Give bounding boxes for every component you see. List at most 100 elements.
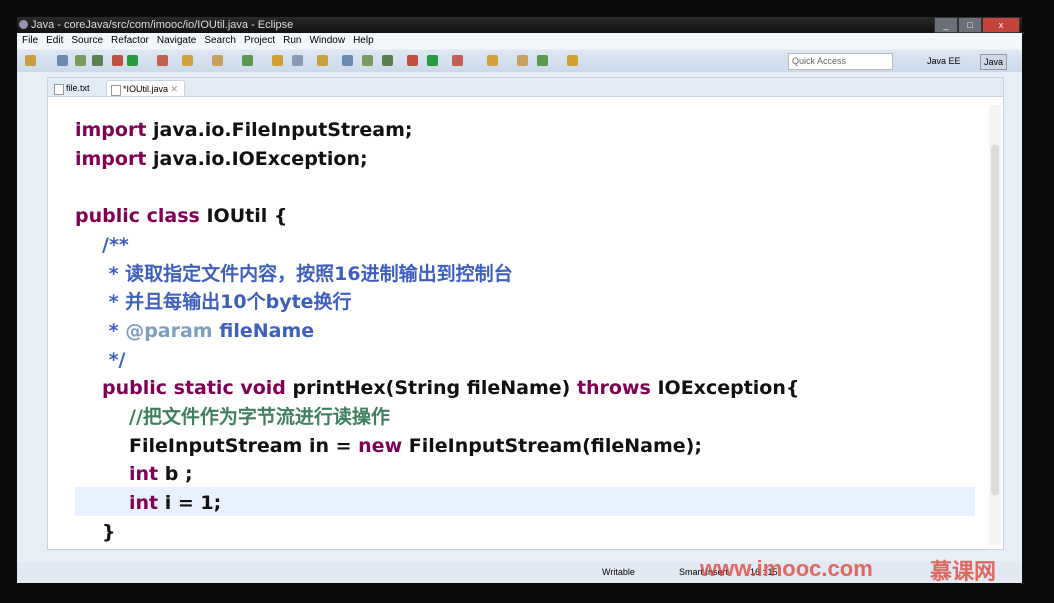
code-token: throws	[576, 377, 651, 400]
code-token: b ;	[164, 463, 193, 486]
toolbar-button-icon[interactable]	[427, 55, 438, 66]
editor-tabs: file.txt *IOUtil.java ✕	[47, 77, 1004, 98]
menu-run[interactable]: Run	[283, 35, 301, 46]
java-file-icon	[111, 85, 121, 96]
code-token: java.io.IOException;	[153, 147, 368, 170]
code-line: import java.io.FileInputStream;	[75, 116, 413, 145]
left-trim	[17, 77, 35, 557]
toolbar-button-icon[interactable]	[567, 55, 578, 66]
toolbar-button-icon[interactable]	[112, 55, 123, 66]
code-token: IOUtil {	[206, 205, 288, 228]
watermark-url: www.imooc.com	[700, 556, 873, 581]
code-token: }	[102, 520, 116, 543]
code-token: import	[75, 119, 147, 141]
toolbar-button-icon[interactable]	[75, 55, 86, 66]
code-line: */	[102, 346, 126, 375]
toolbar-button-icon[interactable]	[292, 55, 303, 66]
menu-edit[interactable]: Edit	[46, 35, 63, 46]
tab-label: *IOUtil.java	[123, 84, 169, 94]
code-line: import java.io.IOException;	[75, 145, 368, 174]
toolbar-button-icon[interactable]	[92, 55, 103, 66]
code-line: * 读取指定文件内容，按照16进制输出到控制台	[102, 260, 513, 289]
code-token: *	[102, 319, 119, 342]
toolbar-button-icon[interactable]	[452, 55, 463, 66]
close-button[interactable]: x	[982, 17, 1020, 33]
right-trim	[1004, 77, 1022, 557]
maximize-button[interactable]: □	[958, 17, 982, 33]
code-token: FileInputStream(fileName);	[408, 434, 702, 457]
code-token: IOException{	[657, 377, 800, 400]
code-token: java.io.FileInputStream;	[153, 119, 413, 141]
toolbar-button-icon[interactable]	[212, 55, 223, 66]
file-icon	[54, 84, 64, 95]
close-tab-icon[interactable]: ✕	[171, 84, 179, 94]
code-line: }	[102, 518, 116, 547]
menu-search[interactable]: Search	[204, 35, 236, 46]
vertical-scrollbar[interactable]	[989, 105, 1001, 545]
title-bar: Java - coreJava/src/com/imooc/io/IOUtil.…	[17, 17, 1022, 33]
toolbar-button-icon[interactable]	[362, 55, 373, 66]
toolbar-button-icon[interactable]	[382, 55, 393, 66]
toolbar-button-icon[interactable]	[182, 55, 193, 66]
minimize-button[interactable]: _	[934, 17, 958, 33]
toolbar-button-icon[interactable]	[157, 55, 168, 66]
code-token: public	[75, 205, 141, 228]
code-line: int i = 1;	[129, 489, 221, 518]
code-token: new	[358, 434, 403, 457]
toolbar-button-icon[interactable]	[127, 55, 138, 66]
code-line: int b ;	[129, 460, 193, 489]
toolbar-button-icon[interactable]	[537, 55, 548, 66]
toolbar: Quick Access Java EE Java	[17, 50, 1022, 72]
toolbar-button-icon[interactable]	[407, 55, 418, 66]
code-token: int	[129, 492, 159, 515]
code-line: * 并且每输出10个byte换行	[102, 288, 352, 317]
quick-access-input[interactable]: Quick Access	[788, 53, 893, 70]
toolbar-button-icon[interactable]	[487, 55, 498, 66]
menu-navigate[interactable]: Navigate	[157, 35, 196, 46]
menu-project[interactable]: Project	[244, 35, 275, 46]
eclipse-window: Java - coreJava/src/com/imooc/io/IOUtil.…	[17, 17, 1022, 583]
toolbar-button-icon[interactable]	[272, 55, 283, 66]
code-token: */	[102, 348, 126, 371]
code-token: /**	[102, 233, 129, 256]
code-token: @param	[125, 319, 213, 342]
code-token: void	[240, 377, 286, 400]
watermark-brand: 慕课网	[930, 559, 997, 584]
menu-source[interactable]: Source	[71, 35, 103, 46]
code-token: static	[173, 377, 234, 400]
perspective-java[interactable]: Java	[980, 54, 1008, 70]
window-title: Java - coreJava/src/com/imooc/io/IOUtil.…	[31, 19, 294, 31]
code-token: //把文件作为字节流进行读操作	[129, 406, 390, 428]
code-line: FileInputStream in = new FileInputStream…	[129, 432, 702, 461]
code-token: class	[146, 205, 200, 228]
code-token: import	[75, 147, 147, 170]
toolbar-button-icon[interactable]	[25, 55, 36, 66]
menu-refactor[interactable]: Refactor	[111, 35, 149, 46]
status-writable: Writable	[602, 567, 635, 577]
code-token: int	[129, 463, 159, 486]
code-token: i = 1;	[164, 492, 222, 515]
code-token: FileInputStream in =	[129, 434, 352, 457]
tab-file-txt[interactable]: file.txt	[50, 80, 96, 97]
tab-label: file.txt	[66, 83, 90, 93]
menu-bar: File Edit Source Refactor Navigate Search Proj…	[17, 33, 1022, 49]
toolbar-button-icon[interactable]	[517, 55, 528, 66]
code-token: * 读取指定文件内容，按照16进制输出到控制台	[102, 262, 513, 285]
code-token: printHex(String fileName)	[292, 377, 571, 400]
code-editor[interactable]: import java.io.FileInputStream; import ja…	[47, 96, 1004, 550]
menu-window[interactable]: Window	[309, 35, 345, 46]
toolbar-button-icon[interactable]	[57, 55, 68, 66]
toolbar-button-icon[interactable]	[242, 55, 253, 66]
code-line: public class IOUtil {	[75, 202, 287, 231]
code-line: * @param fileName	[102, 317, 315, 346]
code-token: public	[102, 377, 168, 400]
code-token: * 并且每输出10个byte换行	[102, 291, 352, 314]
toolbar-button-icon[interactable]	[317, 55, 328, 66]
menu-help[interactable]: Help	[353, 35, 374, 46]
toolbar-button-icon[interactable]	[342, 55, 353, 66]
code-line: public static void printHex(String fileN…	[102, 374, 799, 403]
perspective-java-ee[interactable]: Java EE	[927, 54, 961, 68]
code-line: //把文件作为字节流进行读操作	[129, 403, 390, 432]
menu-file[interactable]: File	[22, 35, 38, 46]
editor-ruler	[48, 97, 74, 549]
